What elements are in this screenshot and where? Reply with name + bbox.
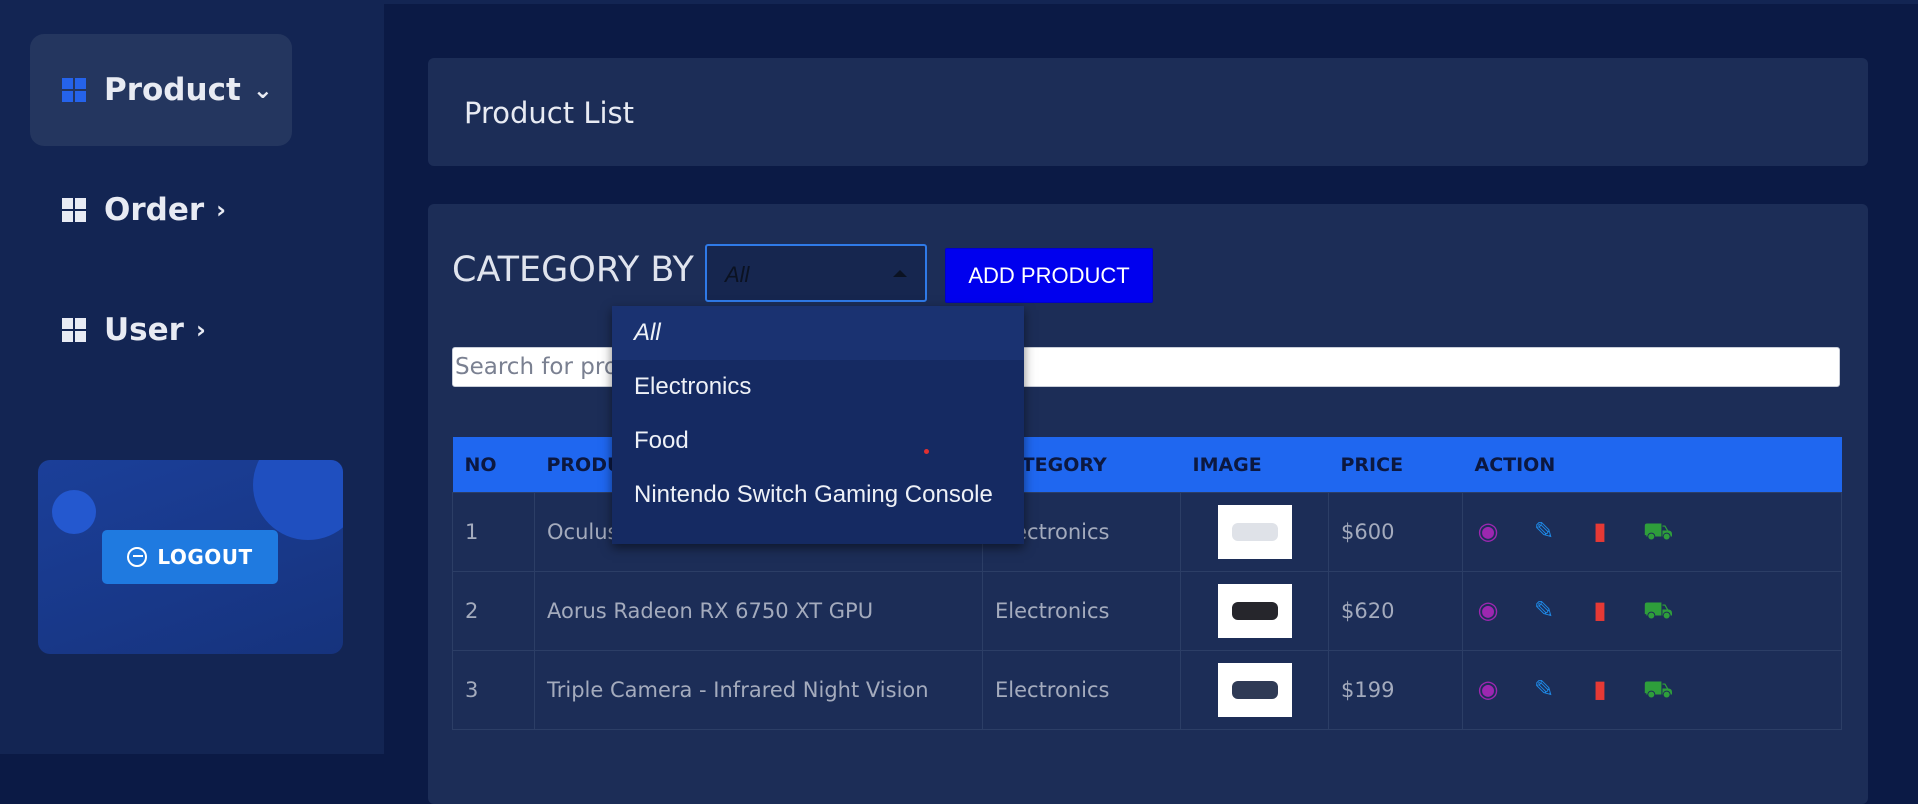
sidebar-item-order[interactable]: Order › bbox=[30, 154, 292, 266]
logout-icon bbox=[127, 547, 148, 567]
title-card: Product List bbox=[428, 58, 1868, 166]
delete-icon[interactable]: ▮ bbox=[1587, 675, 1613, 703]
chevron-right-icon: › bbox=[195, 316, 206, 344]
cell-no: 3 bbox=[452, 650, 535, 730]
dashboard-icon bbox=[62, 198, 86, 222]
cell-actions: ◉ ✎ ▮ ⛟ bbox=[1462, 492, 1842, 572]
header-no: NO bbox=[452, 437, 535, 493]
page-title: Product List bbox=[464, 96, 635, 130]
dropdown-option-all[interactable]: All bbox=[612, 306, 1024, 360]
cart-icon[interactable]: ⛟ bbox=[1643, 675, 1673, 706]
logout-button[interactable]: LOGOUT bbox=[102, 530, 278, 584]
cursor-dot bbox=[924, 449, 929, 454]
category-label: CATEGORY BY bbox=[452, 250, 694, 290]
decorative-circle bbox=[52, 490, 96, 534]
sidebar-item-product[interactable]: Product ⌄ bbox=[30, 34, 292, 146]
chevron-right-icon: › bbox=[216, 196, 227, 224]
category-dropdown-menu: All Electronics Food Nintendo Switch Gam… bbox=[612, 306, 1024, 544]
cell-actions: ◉ ✎ ▮ ⛟ bbox=[1462, 650, 1842, 730]
chevron-down-icon: ⌄ bbox=[252, 76, 273, 104]
view-icon[interactable]: ◉ bbox=[1475, 517, 1501, 545]
cell-actions: ◉ ✎ ▮ ⛟ bbox=[1462, 571, 1842, 651]
product-thumbnail bbox=[1217, 663, 1292, 717]
cell-no: 1 bbox=[452, 492, 535, 572]
cart-icon[interactable]: ⛟ bbox=[1643, 517, 1673, 548]
header-price: PRICE bbox=[1328, 437, 1463, 493]
dashboard-icon bbox=[62, 78, 86, 102]
table-row: 2 Aorus Radeon RX 6750 XT GPU Electronic… bbox=[452, 571, 1842, 651]
cart-icon[interactable]: ⛟ bbox=[1643, 596, 1673, 627]
dropdown-option-nintendo[interactable]: Nintendo Switch Gaming Console bbox=[612, 468, 1024, 522]
dropdown-option-food[interactable]: Food bbox=[612, 414, 1024, 468]
view-icon[interactable]: ◉ bbox=[1475, 675, 1501, 703]
cell-image bbox=[1180, 571, 1329, 651]
header-image: IMAGE bbox=[1180, 437, 1329, 493]
sidebar-item-label: Order bbox=[104, 192, 205, 228]
table-row: 3 Triple Camera - Infrared Night Vision … bbox=[452, 650, 1842, 730]
cell-category: Electronics bbox=[982, 571, 1181, 651]
sidebar-item-user[interactable]: User › bbox=[30, 274, 292, 386]
view-icon[interactable]: ◉ bbox=[1475, 596, 1501, 624]
cell-price: $600 bbox=[1328, 492, 1463, 572]
cell-product: Aorus Radeon RX 6750 XT GPU bbox=[534, 571, 983, 651]
cell-price: $620 bbox=[1328, 571, 1463, 651]
delete-icon[interactable]: ▮ bbox=[1587, 517, 1613, 545]
sidebar-item-label: Product bbox=[104, 72, 241, 108]
sidebar-item-label: User bbox=[104, 312, 184, 348]
delete-icon[interactable]: ▮ bbox=[1587, 596, 1613, 624]
dropdown-option-electronics[interactable]: Electronics bbox=[612, 360, 1024, 414]
cell-category: Electronics bbox=[982, 650, 1181, 730]
cell-image bbox=[1180, 650, 1329, 730]
category-selected-value: All bbox=[725, 262, 750, 287]
edit-icon[interactable]: ✎ bbox=[1531, 675, 1557, 703]
edit-icon[interactable]: ✎ bbox=[1531, 517, 1557, 545]
cell-price: $199 bbox=[1328, 650, 1463, 730]
caret-up-icon bbox=[893, 270, 907, 277]
edit-icon[interactable]: ✎ bbox=[1531, 596, 1557, 624]
product-thumbnail bbox=[1217, 505, 1292, 559]
product-thumbnail bbox=[1217, 584, 1292, 638]
cell-no: 2 bbox=[452, 571, 535, 651]
sidebar: Product ⌄ Order › User › LOGOUT bbox=[0, 0, 384, 754]
header-action: ACTION bbox=[1462, 437, 1842, 493]
logout-label: LOGOUT bbox=[157, 545, 253, 569]
cell-product: Triple Camera - Infrared Night Vision bbox=[534, 650, 983, 730]
add-product-button[interactable]: ADD PRODUCT bbox=[945, 248, 1153, 303]
category-select[interactable]: All bbox=[705, 244, 927, 302]
cell-image bbox=[1180, 492, 1329, 572]
logout-card: LOGOUT bbox=[38, 460, 343, 654]
dashboard-icon bbox=[62, 318, 86, 342]
decorative-circle bbox=[253, 460, 343, 540]
